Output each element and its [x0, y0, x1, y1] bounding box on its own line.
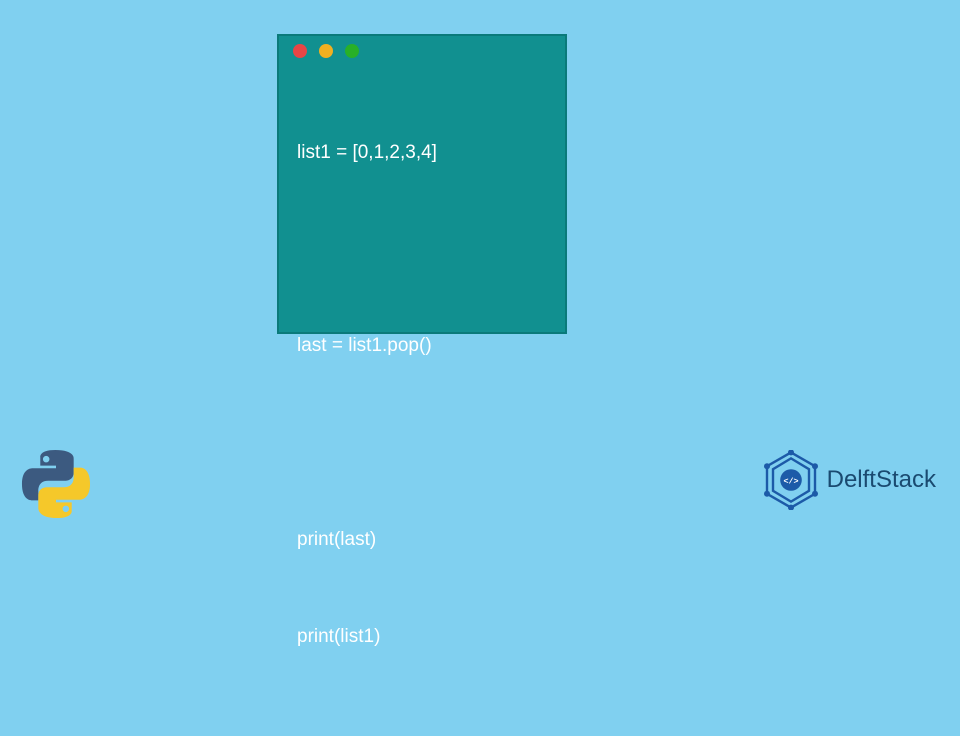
code-line [297, 427, 547, 459]
python-logo-icon [20, 448, 92, 520]
close-icon [293, 44, 307, 58]
code-line: last = list1.pop() [297, 330, 547, 362]
code-line [297, 233, 547, 265]
code-window: list1 = [0,1,2,3,4] last = list1.pop() p… [277, 34, 567, 334]
code-line: print(list1) [297, 621, 547, 653]
window-titlebar [279, 36, 565, 66]
minimize-icon [319, 44, 333, 58]
delftstack-logo: </> DelftStack [761, 450, 936, 510]
code-line: print(last) [297, 524, 547, 556]
delftstack-mark-icon: </> [761, 450, 821, 510]
svg-text:</>: </> [783, 477, 798, 487]
code-line: list1 = [0,1,2,3,4] [297, 137, 547, 169]
delftstack-text: DelftStack [827, 466, 936, 494]
maximize-icon [345, 44, 359, 58]
code-body: list1 = [0,1,2,3,4] last = list1.pop() p… [279, 66, 565, 736]
